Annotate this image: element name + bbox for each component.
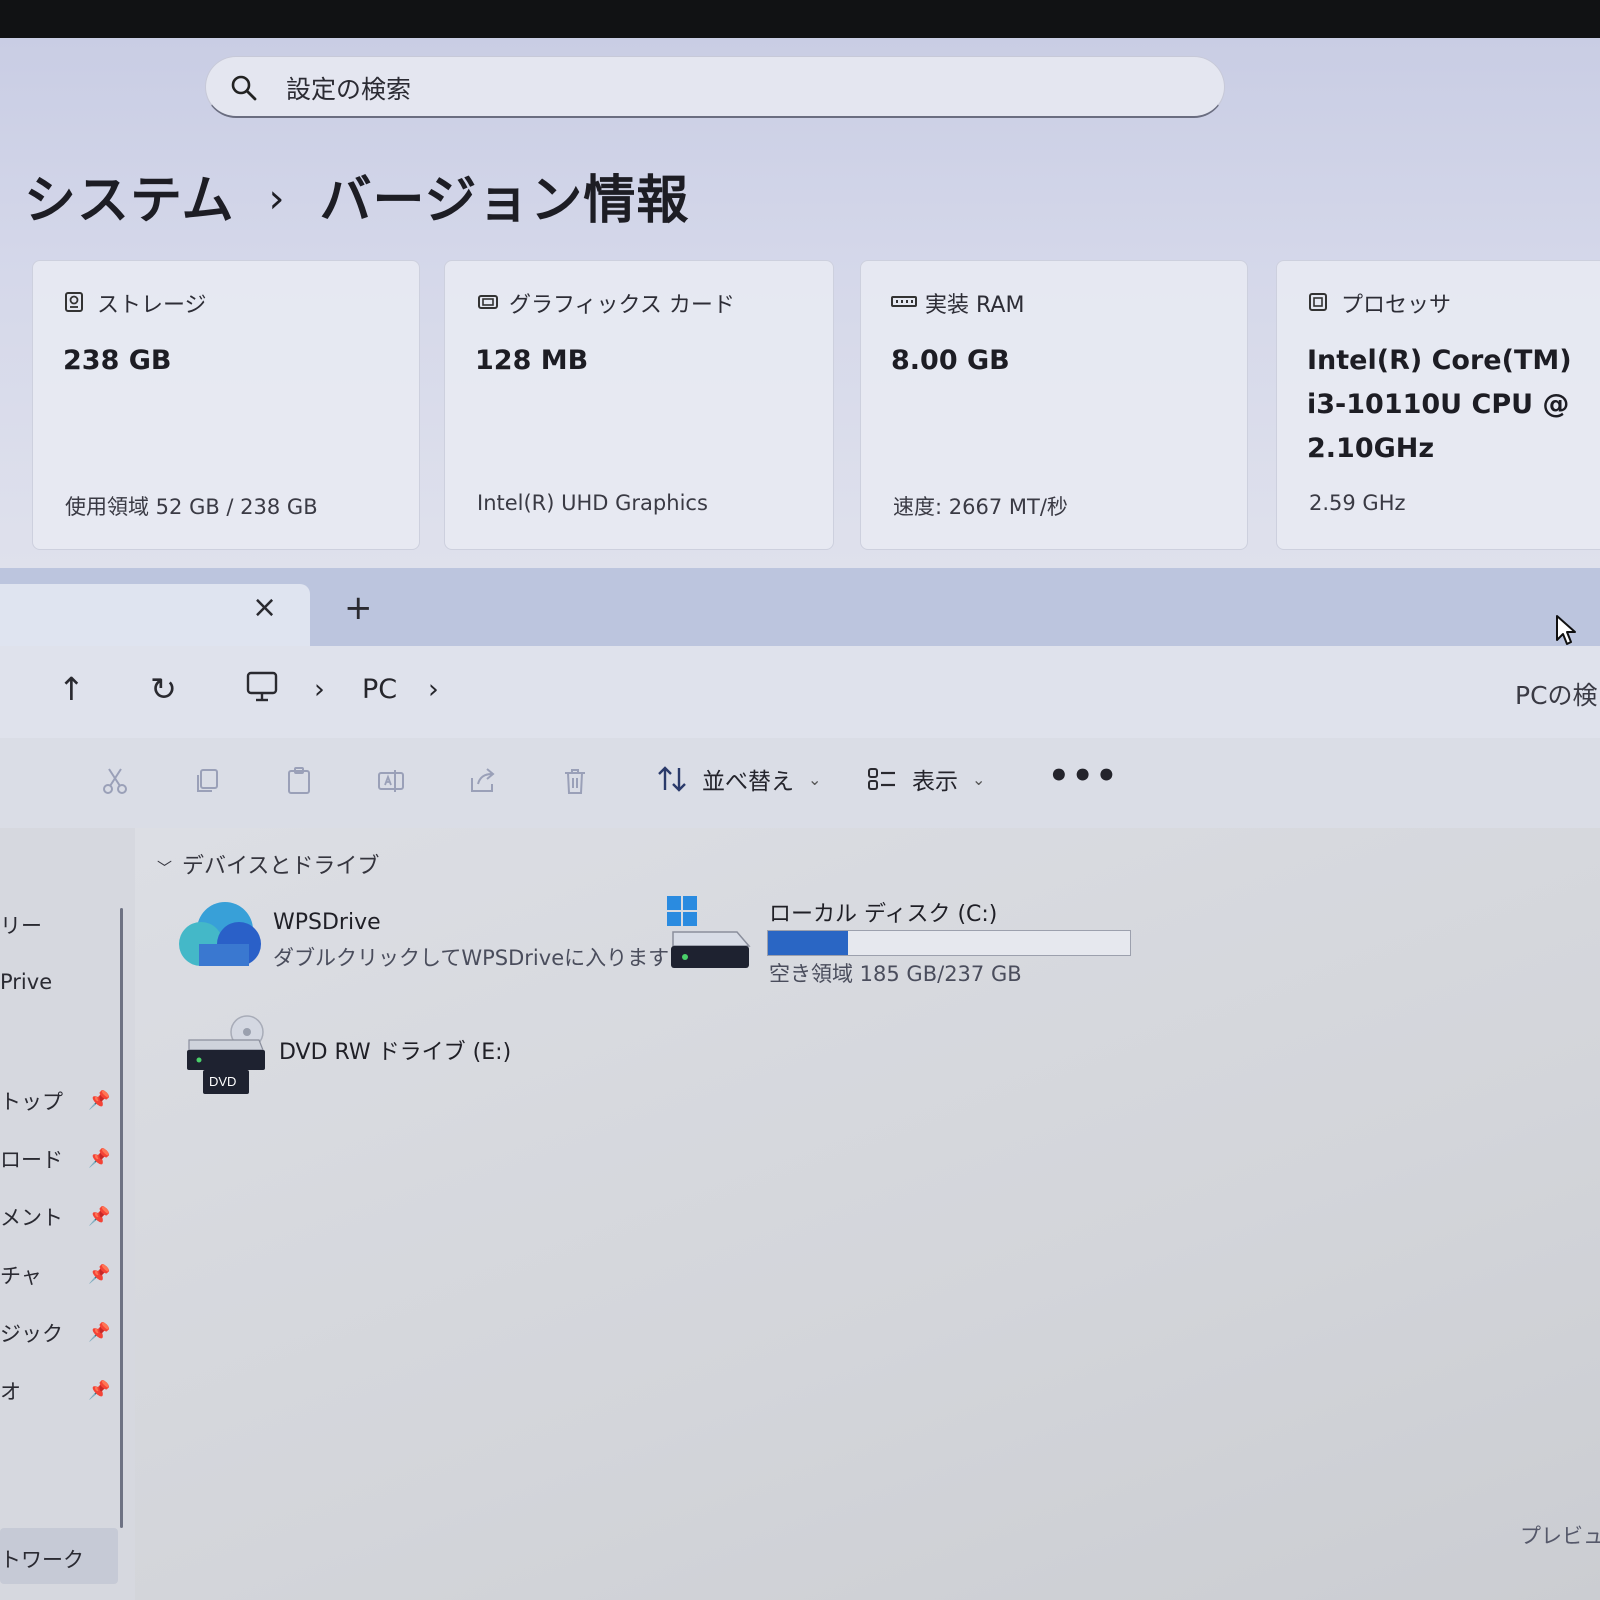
nav-item-pictures[interactable]: チャ	[0, 1260, 42, 1290]
spec-card-value: Intel(R) Core(TM) i3-10110U CPU @ 2.10GH…	[1307, 339, 1572, 471]
content-pane: ﹀ デバイスとドライブ WPSDrive ダブルクリックしてWPSDriveに入り…	[135, 828, 1600, 1600]
nav-item-music[interactable]: ジック	[0, 1318, 63, 1348]
chevron-down-icon: ﹀	[157, 859, 173, 877]
drive-description: ダブルクリックしてWPSDriveに入ります	[273, 946, 670, 970]
processor-line-1: Intel(R) Core(TM)	[1307, 345, 1572, 376]
navigation-pane: リー Prive トップ 📌 ロード 📌 メント 📌 チャ 📌 ジック 📌 オ …	[0, 828, 135, 1600]
drive-name: ローカル ディスク (C:)	[769, 902, 998, 927]
sort-label: 並べ替え	[702, 769, 794, 795]
nav-item-network[interactable]: トワーク	[0, 1544, 84, 1574]
nav-scrollbar[interactable]	[120, 908, 123, 1528]
search-pc-input[interactable]: PCの検	[1515, 676, 1598, 712]
share-icon[interactable]	[468, 766, 498, 796]
breadcrumb-about: バージョン情報	[319, 171, 690, 231]
view-list-icon	[868, 768, 895, 790]
spec-card-storage: ストレージ 238 GB 使用領域 52 GB / 238 GB	[32, 260, 420, 550]
refresh-button[interactable]: ↻	[150, 670, 177, 708]
drive-name: DVD RW ドライブ (E:)	[279, 1040, 512, 1065]
nav-item-downloads[interactable]: ロード	[0, 1144, 63, 1174]
up-button[interactable]: ↑	[58, 670, 85, 708]
spec-card-label: ストレージ	[97, 293, 207, 318]
cpu-icon	[1309, 293, 1327, 311]
spec-card-detail: 速度: 2667 MT/秒	[893, 495, 1068, 519]
close-tab-icon[interactable]: ×	[252, 590, 277, 625]
nav-item-desktop[interactable]: トップ	[0, 1086, 63, 1116]
drive-free-space: 空き領域 185 GB/237 GB	[769, 962, 1022, 986]
view-label: 表示	[912, 769, 958, 795]
nav-item-videos[interactable]: オ	[0, 1376, 21, 1406]
command-bar: 並べ替え ⌄ 表示 ⌄ •••	[0, 738, 1600, 829]
spec-card-label: 実装 RAM	[925, 293, 1025, 318]
page-title: システム › バージョン情報	[24, 158, 689, 233]
settings-window: 設定の検索 システム › バージョン情報 ストレージ 238 GB 使用領域 52 …	[0, 38, 1600, 568]
chevron-down-icon: ⌄	[808, 769, 822, 789]
file-explorer-window: × + ↑ ↻ › PC › PCの検 並べ替え ⌄ 表示 ⌄ ••• リー P…	[0, 568, 1600, 1600]
ram-icon	[891, 296, 917, 307]
monitor-icon[interactable]	[246, 670, 278, 704]
sort-icon	[658, 766, 686, 792]
nav-item-gallery[interactable]: リー	[0, 910, 42, 940]
spec-card-gpu: グラフィックス カード 128 MB Intel(R) UHD Graphics	[444, 260, 834, 550]
spec-card-label: プロセッサ	[1341, 293, 1452, 318]
breadcrumb-pc[interactable]: PC	[362, 674, 397, 705]
more-options-button[interactable]: •••	[1048, 756, 1119, 796]
spec-card-ram: 実装 RAM 8.00 GB 速度: 2667 MT/秒	[860, 260, 1248, 550]
spec-card-value: 128 MB	[475, 345, 589, 376]
breadcrumb-system[interactable]: システム	[24, 171, 234, 231]
pin-icon: 📌	[88, 1090, 111, 1111]
search-icon	[231, 75, 257, 101]
breadcrumb-chevron-icon: ›	[268, 176, 286, 222]
mouse-cursor-icon	[1556, 615, 1576, 645]
dvd-badge-label: DVD	[209, 1074, 237, 1089]
cloud-icon	[179, 902, 261, 966]
pin-icon: 📌	[88, 1264, 111, 1285]
nav-item-documents[interactable]: メント	[0, 1202, 63, 1232]
search-placeholder: 設定の検索	[286, 75, 412, 104]
view-button[interactable]: 表示 ⌄	[866, 762, 985, 796]
preview-pane-label: プレビュ	[1520, 1524, 1600, 1548]
gpu-icon	[478, 295, 498, 309]
spec-card-value: 238 GB	[63, 345, 172, 376]
spec-card-processor: プロセッサ Intel(R) Core(TM) i3-10110U CPU @ …	[1276, 260, 1600, 550]
group-header-devices[interactable]: ﹀ デバイスとドライブ	[157, 848, 379, 880]
group-header-label: デバイスとドライブ	[182, 854, 380, 879]
breadcrumb-chevron-icon[interactable]: ›	[314, 674, 325, 705]
sort-button[interactable]: 並べ替え ⌄	[656, 762, 821, 796]
top-dark-bar	[0, 0, 1600, 38]
spec-card-detail: 使用領域 52 GB / 238 GB	[65, 495, 318, 519]
spec-card-detail: Intel(R) UHD Graphics	[477, 491, 708, 515]
drive-usage-bar	[767, 930, 1131, 956]
spec-card-detail: 2.59 GHz	[1309, 491, 1406, 515]
windows-drive-icon	[667, 896, 751, 968]
paste-icon[interactable]	[284, 766, 314, 796]
nav-item-onedrive[interactable]: Prive	[0, 970, 52, 994]
pin-icon: 📌	[88, 1380, 111, 1401]
explorer-tab[interactable]: ×	[0, 584, 310, 646]
spec-card-label: グラフィックス カード	[509, 293, 735, 318]
address-bar: ↑ ↻ › PC › PCの検	[0, 646, 1600, 739]
tab-strip: × +	[0, 568, 1600, 646]
delete-icon[interactable]	[560, 766, 590, 796]
drive-name: WPSDrive	[273, 910, 381, 935]
processor-line-2: i3-10110U CPU @	[1307, 389, 1570, 420]
storage-icon	[65, 292, 83, 312]
drive-usage-fill	[768, 931, 848, 955]
spec-card-value: 8.00 GB	[891, 345, 1010, 376]
pin-icon: 📌	[88, 1322, 111, 1343]
rename-icon[interactable]	[376, 766, 406, 796]
new-tab-button[interactable]: +	[344, 588, 373, 628]
copy-icon[interactable]	[192, 766, 222, 796]
processor-line-3: 2.10GHz	[1307, 433, 1435, 464]
chevron-down-icon: ⌄	[972, 769, 986, 789]
breadcrumb-chevron-icon[interactable]: ›	[428, 674, 439, 705]
cut-icon[interactable]	[100, 766, 130, 796]
pin-icon: 📌	[88, 1148, 111, 1169]
settings-search-box[interactable]: 設定の検索	[205, 56, 1225, 118]
pin-icon: 📌	[88, 1206, 111, 1227]
